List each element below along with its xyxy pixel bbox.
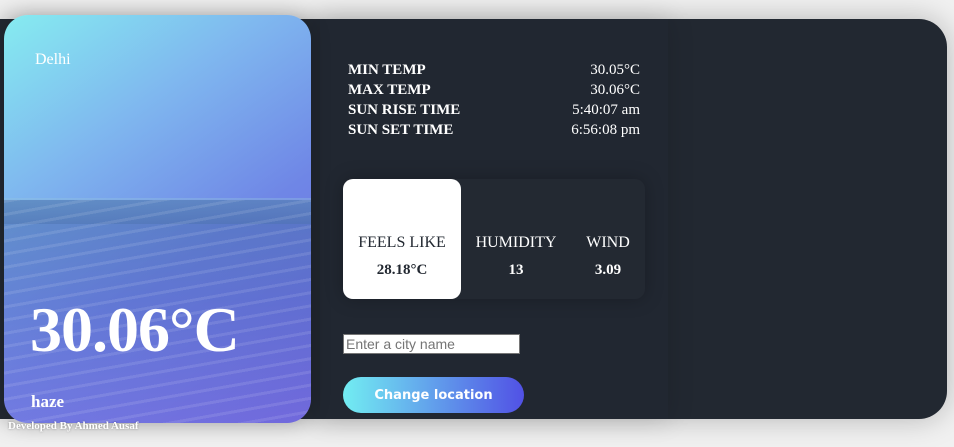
stats-list: MIN TEMP 30.05°C MAX TEMP 30.06°C SUN RI… — [348, 60, 640, 140]
stat-label: SUN SET TIME — [348, 122, 454, 138]
metric-value: 13 — [508, 262, 524, 278]
stat-row-sunrise: SUN RISE TIME 5:40:07 am — [348, 100, 640, 120]
stat-label: MIN TEMP — [348, 62, 426, 78]
metric-value: 28.18°C — [376, 262, 428, 278]
stat-value: 5:40:07 am — [572, 102, 640, 118]
stat-row-max-temp: MAX TEMP 30.06°C — [348, 80, 640, 100]
metric-feels-like[interactable]: FEELS LIKE 28.18°C — [343, 179, 461, 299]
stat-row-sunset: SUN SET TIME 6:56:08 pm — [348, 120, 640, 140]
stat-value: 30.05°C — [590, 62, 640, 78]
metric-humidity[interactable]: HUMIDITY 13 — [461, 179, 571, 299]
stat-value: 6:56:08 pm — [571, 122, 640, 138]
stat-label: MAX TEMP — [348, 82, 431, 98]
city-search-input[interactable] — [343, 334, 520, 354]
metric-wind[interactable]: WIND 3.09 — [571, 179, 645, 299]
city-name: Delhi — [35, 51, 71, 68]
metric-label: WIND — [586, 234, 630, 251]
metric-label: FEELS LIKE — [358, 234, 446, 251]
weather-card: Delhi 30.06°C haze — [4, 15, 311, 423]
metric-value: 3.09 — [594, 262, 622, 278]
stat-label: SUN RISE TIME — [348, 102, 461, 118]
stat-value: 30.06°C — [590, 82, 640, 98]
developer-credit: Developed By Ahmed Ausaf — [8, 420, 139, 432]
metric-label: HUMIDITY — [475, 234, 557, 251]
metrics-bar: FEELS LIKE 28.18°C HUMIDITY 13 WIND 3.09 — [343, 179, 645, 299]
current-temperature: 30.06°C — [30, 294, 240, 365]
change-location-button[interactable]: Change location — [343, 377, 524, 413]
stat-row-min-temp: MIN TEMP 30.05°C — [348, 60, 640, 80]
weather-condition: haze — [31, 392, 65, 411]
